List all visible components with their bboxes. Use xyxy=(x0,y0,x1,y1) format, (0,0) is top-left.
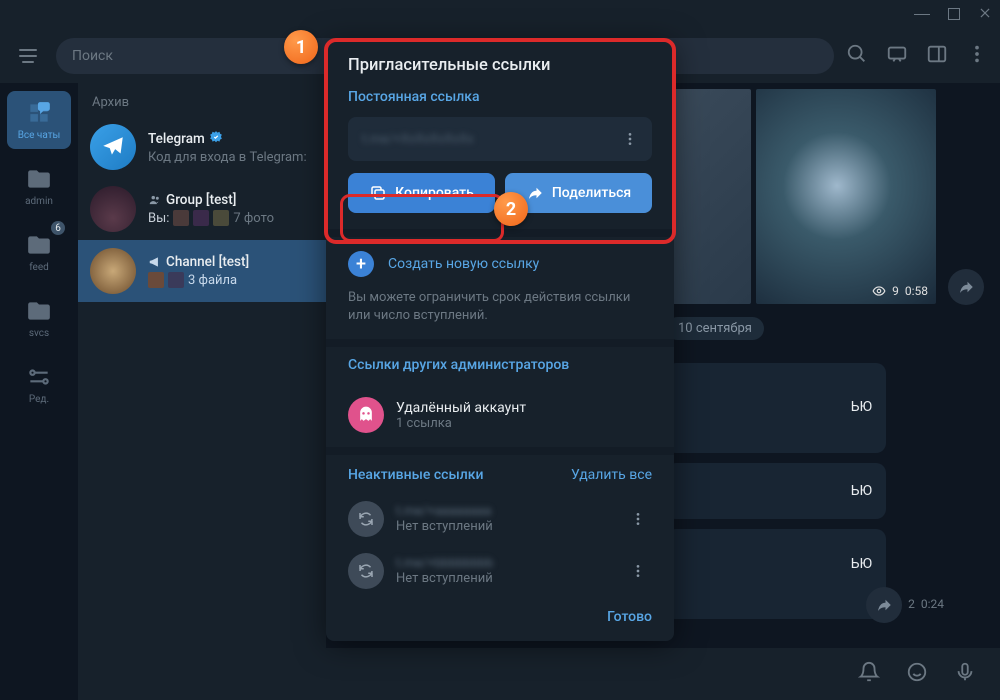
dialog-title: Пригласительные ссылки xyxy=(326,40,674,79)
chat-list: Архив Telegram Код для входа в Telegram:… xyxy=(78,83,326,700)
message-bubble[interactable]: ЬЮ 20:24 xyxy=(666,529,886,619)
row-more-button[interactable] xyxy=(624,505,652,533)
forward-button[interactable] xyxy=(866,587,902,623)
nav-admin[interactable]: admin xyxy=(7,157,71,215)
media-tile[interactable]: 9 0:58 xyxy=(756,89,936,304)
chat-icon[interactable] xyxy=(886,43,908,69)
ghost-icon xyxy=(348,397,384,433)
more-icon[interactable] xyxy=(966,43,988,69)
plus-icon: + xyxy=(348,251,374,277)
invite-links-dialog: Пригласительные ссылки Постоянная ссылка… xyxy=(326,40,674,641)
chat-item-telegram[interactable]: Telegram Код для входа в Telegram: xyxy=(78,116,326,178)
folder-nav: Все чаты admin 6 feed svcs Ред. xyxy=(0,83,78,700)
mute-icon[interactable] xyxy=(858,661,880,687)
menu-button[interactable] xyxy=(12,40,44,72)
close-button[interactable] xyxy=(978,5,992,24)
callout-badge-2: 2 xyxy=(494,192,528,226)
megaphone-icon xyxy=(148,255,162,269)
sidebar-icon[interactable] xyxy=(926,43,948,69)
link-more-button[interactable] xyxy=(616,125,644,153)
mic-icon[interactable] xyxy=(954,661,976,687)
hint-text: Вы можете ограничить срок действия ссылк… xyxy=(326,283,674,339)
media-tile[interactable] xyxy=(666,89,751,304)
link-field[interactable]: t.me/+XxXxXxXxXx xyxy=(348,117,652,161)
message-bubble[interactable]: ЬЮ xyxy=(666,363,886,453)
group-icon xyxy=(148,193,162,207)
nav-svcs[interactable]: svcs xyxy=(7,289,71,347)
window-titlebar xyxy=(0,0,1000,28)
delete-all-button[interactable]: Удалить все xyxy=(571,467,652,483)
row-more-button[interactable] xyxy=(624,557,652,585)
other-admins-label: Ссылки других администраторов xyxy=(348,357,652,373)
minimize-button[interactable] xyxy=(914,14,930,15)
chat-input-bar xyxy=(326,648,1000,700)
callout-badge-1: 1 xyxy=(284,30,318,64)
copy-button[interactable]: Копировать xyxy=(348,173,495,213)
date-divider: 10 сентября xyxy=(666,317,764,340)
verified-icon xyxy=(209,130,223,148)
done-button[interactable]: Готово xyxy=(607,609,652,625)
nav-feed[interactable]: 6 feed xyxy=(7,223,71,281)
nav-edit[interactable]: Ред. xyxy=(7,355,71,413)
permanent-link-label: Постоянная ссылка xyxy=(348,89,652,105)
inactive-links-label: Неактивные ссылки xyxy=(348,467,483,483)
create-link-button[interactable]: + Создать новую ссылку xyxy=(326,237,674,283)
media-badge: 9 0:58 xyxy=(872,284,928,298)
admin-row[interactable]: Удалённый аккаунт 1 ссылка xyxy=(326,389,674,447)
chat-item-group[interactable]: Group [test] Вы:7 фото xyxy=(78,178,326,240)
chat-item-channel[interactable]: Channel [test] 3 файла xyxy=(78,240,326,302)
archive-label: Архив xyxy=(78,83,326,116)
inactive-link-row[interactable]: t.me/+aaaaaaaa Нет вступлений xyxy=(326,493,674,545)
nav-all-chats[interactable]: Все чаты xyxy=(7,91,71,149)
maximize-button[interactable] xyxy=(948,8,960,20)
inactive-link-row[interactable]: t.me/+bbbbbbbb Нет вступлений xyxy=(326,545,674,597)
forward-button[interactable] xyxy=(948,269,984,305)
refresh-icon xyxy=(348,501,384,537)
search-icon[interactable] xyxy=(846,43,868,69)
message-bubble[interactable]: ЬЮ xyxy=(666,463,886,519)
badge: 6 xyxy=(51,221,65,235)
emoji-icon[interactable] xyxy=(906,661,928,687)
refresh-icon xyxy=(348,553,384,589)
